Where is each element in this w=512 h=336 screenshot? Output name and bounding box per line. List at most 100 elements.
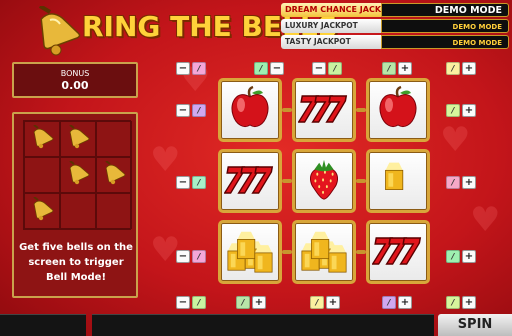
gold-icon [298,225,350,279]
line-plus-button[interactable]: + [398,62,412,75]
bell-mode-panel: Get five bells on the screen to trigger … [12,112,138,298]
line-indicator[interactable]: / [446,250,460,263]
line-indicator[interactable]: / [192,104,206,117]
bell-icon [30,124,54,153]
line-indicator[interactable]: / [236,296,250,309]
line-plus-button[interactable]: + [462,250,476,263]
jackpot-dream: DREAM CHANCE JACKPOT DEMO MODE [281,2,509,17]
bell-slot [96,157,132,193]
line-indicator[interactable]: / [310,296,324,309]
seven-icon [223,157,276,205]
heart-decoration: ♥ [150,140,181,180]
line-indicator[interactable]: / [382,296,396,309]
reel-symbol-apple [218,78,282,142]
bell-slot [60,193,96,229]
line-plus-button[interactable]: + [462,176,476,189]
bell-slot [24,121,60,157]
reel-connector [356,250,366,254]
bell-icon [102,160,126,189]
line-plus-button[interactable]: + [398,296,412,309]
bonus-value: 0.00 [61,79,89,92]
jackpot-value: DEMO MODE [381,18,509,33]
bell-slot [24,157,60,193]
line-indicator[interactable]: / [382,62,396,75]
line-minus-button[interactable]: − [176,250,190,263]
line-indicator[interactable]: / [328,62,342,75]
bell-mode-info: Get five bells on the screen to trigger … [18,240,134,285]
line-minus-button[interactable]: − [176,62,190,75]
apple-icon [375,85,421,135]
line-bet-control: − / [176,250,206,263]
line-minus-button[interactable]: − [270,62,284,75]
reel-symbol-gold [366,149,430,213]
line-plus-button[interactable]: + [326,296,340,309]
bell-icon [30,196,54,225]
line-bet-control: / + [446,104,476,117]
bell-grid [23,120,132,230]
bell-icon [38,6,81,56]
line-bet-control: / + [382,296,412,309]
bottom-bar: SPIN [0,314,512,336]
reel-connector [282,108,292,112]
heart-decoration: ♥ [470,200,501,240]
reel-symbol-gold [218,220,282,284]
line-plus-button[interactable]: + [462,104,476,117]
line-indicator[interactable]: / [254,62,268,75]
seven-icon [371,228,424,276]
line-bet-control: − / [312,62,342,75]
line-bet-control: / + [446,250,476,263]
gold-icon [224,225,276,279]
line-bet-control: / + [446,176,476,189]
line-bet-control: − / [176,296,206,309]
bonus-label: BONUS [60,69,90,78]
reel-symbol-seven [218,149,282,213]
line-indicator[interactable]: / [446,176,460,189]
line-plus-button[interactable]: + [252,296,266,309]
spin-button[interactable]: SPIN [438,314,512,336]
jackpot-tasty: TASTY JACKPOT DEMO MODE [281,34,509,49]
strawberry-icon [302,156,346,206]
bell-slot [96,193,132,229]
line-minus-button[interactable]: − [176,104,190,117]
heart-decoration: ♥ [440,120,471,160]
line-minus-button[interactable]: − [176,296,190,309]
jackpot-value: DEMO MODE [381,2,509,17]
line-bet-control: / + [446,62,476,75]
jackpot-name: TASTY JACKPOT [281,34,381,49]
bell-slot [60,121,96,157]
bell-slot [24,193,60,229]
bell-info-line: Get five bells on the [19,242,133,253]
line-bet-control: / + [446,296,476,309]
reel-connector [282,179,292,183]
line-indicator[interactable]: / [192,176,206,189]
line-indicator[interactable]: / [446,62,460,75]
message-field [92,314,434,336]
line-bet-control: / + [382,62,412,75]
line-minus-button[interactable]: − [176,176,190,189]
jackpot-luxury: LUXURY JACKPOT DEMO MODE [281,18,509,33]
jackpot-name: LUXURY JACKPOT [281,18,381,33]
reel-connector [356,179,366,183]
reel-symbol-strawberry [292,149,356,213]
reel-grid [218,78,432,290]
reel-symbol-gold [292,220,356,284]
reel-symbol-seven [366,220,430,284]
line-minus-button[interactable]: − [312,62,326,75]
line-indicator[interactable]: / [192,250,206,263]
line-plus-button[interactable]: + [462,296,476,309]
jackpot-name: DREAM CHANCE JACKPOT [281,2,399,17]
line-indicator[interactable]: / [192,62,206,75]
line-indicator[interactable]: / [446,104,460,117]
reel-symbol-apple [366,78,430,142]
game-logo: RING THE BELLS [32,2,338,58]
bell-info-line: screen to trigger [28,257,124,268]
line-bet-control: − / [176,104,206,117]
jackpot-panel: DREAM CHANCE JACKPOT DEMO MODE LUXURY JA… [281,2,509,50]
reel-symbol-seven [292,78,356,142]
line-plus-button[interactable]: + [462,62,476,75]
line-indicator[interactable]: / [192,296,206,309]
line-bet-control: − / [176,176,206,189]
line-bet-control: / + [236,296,266,309]
bell-slot [96,121,132,157]
line-indicator[interactable]: / [446,296,460,309]
